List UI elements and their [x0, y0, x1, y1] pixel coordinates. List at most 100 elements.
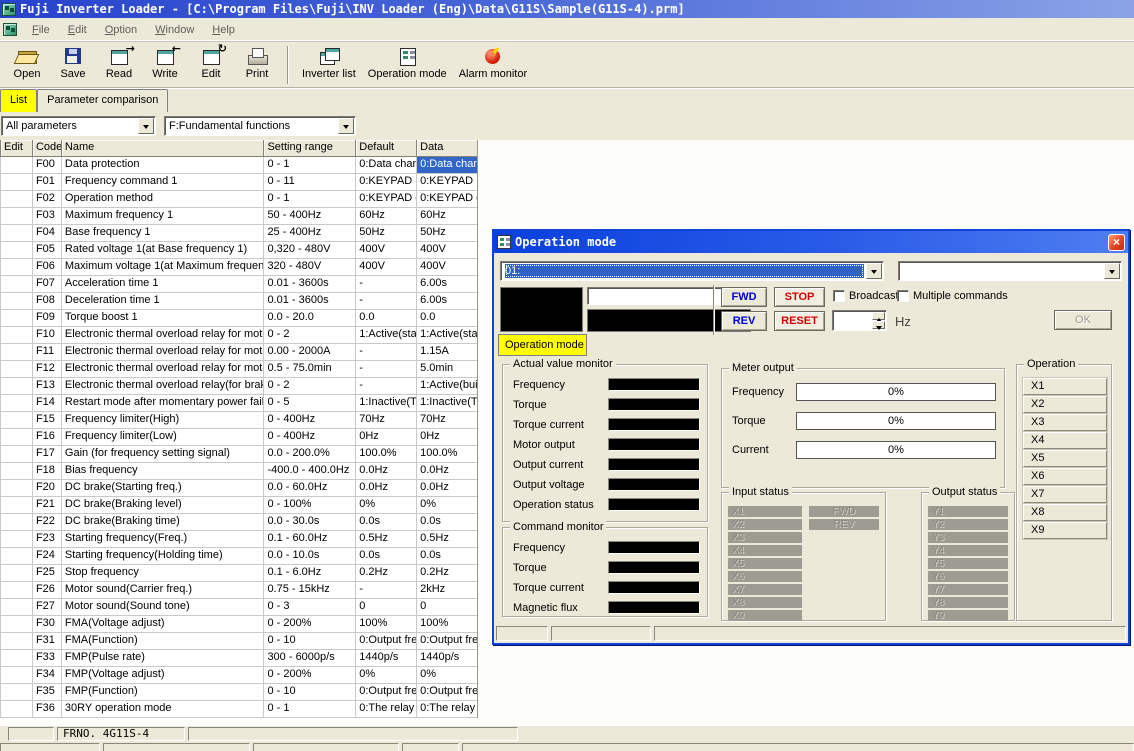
cell-data[interactable]: 50Hz: [417, 225, 477, 242]
table-row[interactable]: F25 Stop frequency 0.1 - 6.0Hz 0.2Hz 0.2…: [0, 565, 477, 582]
checkbox-icon[interactable]: [897, 290, 909, 302]
cell-data[interactable]: 0:Output fre: [417, 633, 477, 650]
cell-data[interactable]: 1:Active(sta: [417, 327, 477, 344]
ok-button[interactable]: OK: [1054, 310, 1112, 330]
cell-data[interactable]: 0%: [417, 667, 477, 684]
header-default[interactable]: Default: [356, 140, 417, 157]
cell-data[interactable]: 0:The relay: [417, 701, 477, 718]
terminal-command-button[interactable]: X8: [1023, 504, 1107, 521]
table-row[interactable]: F10 Electronic thermal overload relay fo…: [0, 327, 477, 344]
cell-data[interactable]: 0.0s: [417, 548, 477, 565]
table-row[interactable]: F03 Maximum frequency 1 50 - 400Hz 60Hz …: [0, 208, 477, 225]
cell-data[interactable]: 400V: [417, 259, 477, 276]
checkbox-icon[interactable]: [833, 290, 845, 302]
menu-item[interactable]: Window: [146, 22, 203, 38]
rev-button[interactable]: REV: [721, 311, 767, 331]
cell-data[interactable]: 0:KEYPAD c: [417, 191, 477, 208]
table-row[interactable]: F31 FMA(Function) 0 - 10 0:Output fre 0:…: [0, 633, 477, 650]
toolbar-button[interactable]: Inverter list: [296, 45, 362, 80]
table-row[interactable]: F02 Operation method 0 - 1 0:KEYPAD c 0:…: [0, 191, 477, 208]
terminal-command-button[interactable]: X3: [1023, 414, 1107, 431]
header-data[interactable]: Data: [417, 140, 477, 157]
dropdown-arrow-icon[interactable]: [866, 263, 882, 279]
dropdown-arrow-icon[interactable]: [338, 118, 354, 134]
terminal-command-button[interactable]: X4: [1023, 432, 1107, 449]
cell-data[interactable]: 1440p/s: [417, 650, 477, 667]
menu-item[interactable]: File: [23, 22, 59, 38]
table-row[interactable]: F15 Frequency limiter(High) 0 - 400Hz 70…: [0, 412, 477, 429]
spin-up-icon[interactable]: [872, 312, 885, 320]
dropdown-arrow-icon[interactable]: [138, 118, 154, 134]
table-row[interactable]: F30 FMA(Voltage adjust) 0 - 200% 100% 10…: [0, 616, 477, 633]
close-icon[interactable]: ×: [1108, 234, 1125, 251]
toolbar-button[interactable]: Save: [50, 45, 96, 80]
stop-button[interactable]: STOP: [774, 287, 825, 307]
fwd-button[interactable]: FWD: [721, 287, 767, 307]
table-row[interactable]: F05 Rated voltage 1(at Base frequency 1)…: [0, 242, 477, 259]
table-row[interactable]: F21 DC brake(Braking level) 0 - 100% 0% …: [0, 497, 477, 514]
terminal-command-button[interactable]: X5: [1023, 450, 1107, 467]
terminal-command-button[interactable]: X2: [1023, 396, 1107, 413]
cell-data[interactable]: 1:Inactive(Tr: [417, 395, 477, 412]
table-row[interactable]: F16 Frequency limiter(Low) 0 - 400Hz 0Hz…: [0, 429, 477, 446]
table-row[interactable]: F00 Data protection 0 - 1 0:Data chan 0:…: [0, 157, 477, 174]
header-name[interactable]: Name: [62, 140, 265, 157]
table-row[interactable]: F22 DC brake(Braking time) 0.0 - 30.0s 0…: [0, 514, 477, 531]
terminal-command-button[interactable]: X1: [1023, 378, 1107, 395]
terminal-command-button[interactable]: X7: [1023, 486, 1107, 503]
header-code[interactable]: Code: [33, 140, 62, 157]
cell-data[interactable]: 0.0s: [417, 514, 477, 531]
cell-data[interactable]: 0.0Hz: [417, 463, 477, 480]
cell-data[interactable]: 1.15A: [417, 344, 477, 361]
table-row[interactable]: F11 Electronic thermal overload relay fo…: [0, 344, 477, 361]
cell-data[interactable]: 0:Output fre: [417, 684, 477, 701]
toolbar-button[interactable]: ↻ Edit: [188, 45, 234, 80]
terminal-command-button[interactable]: X6: [1023, 468, 1107, 485]
toolbar-button[interactable]: Open: [4, 45, 50, 80]
cell-data[interactable]: 400V: [417, 242, 477, 259]
table-row[interactable]: F23 Starting frequency(Freq.) 0.1 - 60.0…: [0, 531, 477, 548]
table-row[interactable]: F35 FMP(Function) 0 - 10 0:Output fre 0:…: [0, 684, 477, 701]
parameter-category-select[interactable]: All parameters: [1, 116, 156, 136]
header-edit[interactable]: Edit: [0, 140, 33, 157]
menu-item[interactable]: Edit: [59, 22, 96, 38]
cell-data[interactable]: 6.00s: [417, 276, 477, 293]
table-row[interactable]: F07 Acceleration time 1 0.01 - 3600s - 6…: [0, 276, 477, 293]
table-row[interactable]: F34 FMP(Voltage adjust) 0 - 200% 0% 0%: [0, 667, 477, 684]
table-row[interactable]: F24 Starting frequency(Holding time) 0.0…: [0, 548, 477, 565]
cell-data[interactable]: 2kHz: [417, 582, 477, 599]
toolbar-button[interactable]: → Read: [96, 45, 142, 80]
toolbar-button[interactable]: Operation mode: [362, 45, 453, 80]
inverter-select[interactable]: 01:: [500, 261, 884, 281]
table-row[interactable]: F18 Bias frequency -400.0 - 400.0Hz 0.0H…: [0, 463, 477, 480]
dropdown-arrow-icon[interactable]: [1104, 263, 1120, 279]
table-row[interactable]: F06 Maximum voltage 1(at Maximum frequen…: [0, 259, 477, 276]
table-row[interactable]: F04 Base frequency 1 25 - 400Hz 50Hz 50H…: [0, 225, 477, 242]
cell-data[interactable]: 0.2Hz: [417, 565, 477, 582]
table-row[interactable]: F17 Gain (for frequency setting signal) …: [0, 446, 477, 463]
frequency-spinner[interactable]: [832, 310, 887, 331]
cell-data[interactable]: 70Hz: [417, 412, 477, 429]
cell-data[interactable]: 0: [417, 599, 477, 616]
toolbar-button[interactable]: ← Write: [142, 45, 188, 80]
cell-data[interactable]: 0.0: [417, 310, 477, 327]
function-group-select[interactable]: F:Fundamental functions: [164, 116, 356, 136]
spin-down-icon[interactable]: [872, 321, 885, 329]
cell-data[interactable]: 60Hz: [417, 208, 477, 225]
table-row[interactable]: F20 DC brake(Starting freq.) 0.0 - 60.0H…: [0, 480, 477, 497]
table-row[interactable]: F09 Torque boost 1 0.0 - 20.0 0.0 0.0: [0, 310, 477, 327]
table-row[interactable]: F33 FMP(Pulse rate) 300 - 6000p/s 1440p/…: [0, 650, 477, 667]
cell-data[interactable]: 6.00s: [417, 293, 477, 310]
menu-item[interactable]: Help: [203, 22, 244, 38]
multiple-commands-checkbox[interactable]: Multiple commands: [897, 289, 1008, 302]
table-row[interactable]: F01 Frequency command 1 0 - 11 0:KEYPAD …: [0, 174, 477, 191]
dialog-tab-operation-mode[interactable]: Operation mode: [498, 334, 587, 356]
reset-button[interactable]: RESET: [774, 311, 825, 331]
table-row[interactable]: F14 Restart mode after momentary power f…: [0, 395, 477, 412]
terminal-command-button[interactable]: X9: [1023, 522, 1107, 539]
table-row[interactable]: F12 Electronic thermal overload relay fo…: [0, 361, 477, 378]
toolbar-button[interactable]: Print: [234, 45, 280, 80]
cell-data[interactable]: 5.0min: [417, 361, 477, 378]
table-row[interactable]: F13 Electronic thermal overload relay(fo…: [0, 378, 477, 395]
cell-data[interactable]: 0.5Hz: [417, 531, 477, 548]
